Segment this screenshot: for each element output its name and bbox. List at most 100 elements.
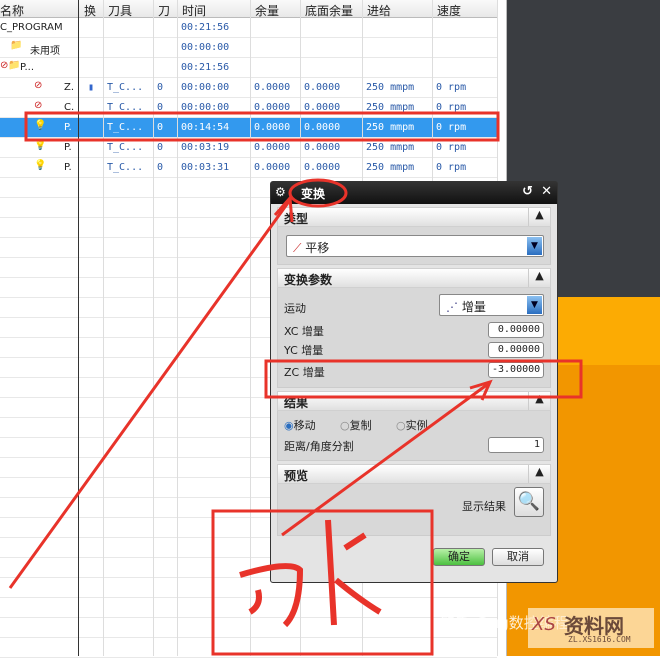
radio-icon: ○ bbox=[340, 419, 350, 432]
section-title: 变换参数 bbox=[284, 273, 333, 287]
cell-stock: 0.0000 bbox=[254, 102, 291, 113]
folder-blocked-icon: ⊘📁 bbox=[0, 60, 21, 71]
op-name: C. bbox=[64, 102, 75, 113]
table-row[interactable]: ⊘ ▮ Z. T_C... 0 00:00:00 0.0000 0.0000 250 mmpm 0… bbox=[0, 78, 497, 98]
divide-label: 距离/角度分割 bbox=[284, 440, 354, 453]
radio-copy[interactable]: ○复制 bbox=[340, 417, 372, 433]
cell-cut: 0 bbox=[157, 82, 164, 93]
operation-blocked-icon: ⊘ bbox=[34, 80, 43, 91]
xc-input[interactable]: 0.00000 bbox=[488, 322, 544, 338]
table-row[interactable]: ⊘ C. T_C... 0 00:00:00 0.0000 0.0000 250 mmpm 0 … bbox=[0, 98, 497, 118]
table-row[interactable]: 💡 P. T_C... 0 00:03:19 0.0000 0.0000 250 mmpm 0 … bbox=[0, 138, 497, 158]
motion-label: 运动 bbox=[284, 302, 306, 315]
cell-floor: 0.0000 bbox=[304, 102, 341, 113]
empty-row bbox=[0, 598, 497, 618]
site-logo: 资料网 ZL.XS1616.COM XS bbox=[528, 608, 654, 648]
col-stock[interactable]: 余量 bbox=[255, 2, 279, 19]
cell-time: 00:03:31 bbox=[181, 162, 230, 173]
translate-icon: ⟋ bbox=[293, 241, 302, 255]
cell-time: 00:21:56 bbox=[181, 22, 230, 33]
cancel-button[interactable]: 取消 bbox=[492, 548, 544, 566]
gear-icon[interactable]: ⚙ bbox=[275, 185, 286, 199]
zc-input[interactable]: -3.00000 bbox=[488, 362, 544, 378]
motion-dropdown[interactable]: ⋰ 增量 ▼ bbox=[439, 294, 544, 316]
cell-tool: T_C... bbox=[107, 122, 144, 133]
cell-floor: 0.0000 bbox=[304, 122, 341, 133]
col-time[interactable]: 时间 bbox=[182, 2, 206, 19]
section-title: 结果 bbox=[284, 396, 309, 410]
radio-move[interactable]: ◉移动 bbox=[284, 417, 316, 433]
operation-warning-icon: 💡 bbox=[34, 140, 47, 151]
col-name[interactable]: 名称 bbox=[0, 2, 24, 19]
cell-time: 00:00:00 bbox=[181, 82, 230, 93]
zc-label: ZC 增量 bbox=[284, 366, 325, 379]
cell-floor: 0.0000 bbox=[304, 142, 341, 153]
op-name: P. bbox=[64, 142, 72, 153]
ok-button[interactable]: 确定 bbox=[433, 548, 485, 566]
cell-cut: 0 bbox=[157, 142, 164, 153]
empty-row bbox=[0, 638, 497, 658]
section-type[interactable]: 类型 ▲ bbox=[277, 207, 551, 227]
increment-icon: ⋰ bbox=[446, 300, 458, 314]
operation-warning-icon: 💡 bbox=[34, 160, 47, 171]
cell-tool: T_C... bbox=[107, 142, 144, 153]
collapse-icon[interactable]: ▲ bbox=[528, 208, 550, 226]
col-speed[interactable]: 速度 bbox=[437, 2, 461, 19]
table-row[interactable]: 💡 P. T_C... 0 00:14:54 0.0000 0.0000 250 mmpm 0 … bbox=[0, 118, 497, 138]
cell-feed: 250 mmpm bbox=[366, 122, 415, 133]
cell-feed: 250 mmpm bbox=[366, 142, 415, 153]
col-floor-stock[interactable]: 底面余量 bbox=[305, 2, 353, 19]
chevron-down-icon[interactable]: ▼ bbox=[527, 296, 542, 314]
cell-time: 00:00:00 bbox=[181, 102, 230, 113]
cell-floor: 0.0000 bbox=[304, 82, 341, 93]
table-header: 名称 换 刀具 刀 时间 余量 底面余量 进给 速度 bbox=[0, 0, 497, 18]
cell-speed: 0 rpm bbox=[436, 122, 467, 133]
xc-label: XC 增量 bbox=[284, 325, 324, 338]
show-result-label: 显示结果 bbox=[462, 500, 506, 513]
col-tool[interactable]: 刀具 bbox=[108, 2, 132, 19]
type-value: 平移 bbox=[305, 241, 330, 255]
yc-label: YC 增量 bbox=[284, 344, 324, 357]
reset-icon[interactable]: ↺ bbox=[522, 184, 533, 199]
divide-input[interactable]: 1 bbox=[488, 437, 544, 453]
section-title: 预览 bbox=[284, 469, 309, 483]
dialog-titlebar: ⚙ 变换 ↺ ✕ bbox=[271, 182, 557, 204]
col-cut[interactable]: 刀 bbox=[158, 2, 170, 19]
collapse-icon[interactable]: ▲ bbox=[528, 269, 550, 287]
table-row[interactable]: 💡 P. T_C... 0 00:03:31 0.0000 0.0000 250 mmpm 0 … bbox=[0, 158, 497, 178]
tool-change-icon: ▮ bbox=[88, 82, 95, 93]
magnifier-icon: 🔍 bbox=[517, 491, 541, 512]
cell-speed: 0 rpm bbox=[436, 82, 467, 93]
cell-time: 00:14:54 bbox=[181, 122, 230, 133]
table-row[interactable]: 📁 未用项 00:00:00 bbox=[0, 38, 497, 58]
radio-checked-icon: ◉ bbox=[284, 419, 294, 432]
type-dropdown[interactable]: ⟋ 平移 ▼ bbox=[286, 235, 544, 257]
radio-instance[interactable]: ○实例 bbox=[396, 417, 428, 433]
cell-cut: 0 bbox=[157, 102, 164, 113]
collapse-icon[interactable]: ▲ bbox=[528, 465, 550, 483]
cell-stock: 0.0000 bbox=[254, 122, 291, 133]
section-title: 类型 bbox=[284, 212, 309, 226]
chevron-down-icon[interactable]: ▼ bbox=[527, 237, 542, 255]
show-result-button[interactable]: 🔍 bbox=[514, 487, 544, 517]
op-name: C_PROGRAM bbox=[0, 22, 63, 33]
cell-stock: 0.0000 bbox=[254, 142, 291, 153]
cell-feed: 250 mmpm bbox=[366, 162, 415, 173]
collapse-icon[interactable]: ▲ bbox=[528, 392, 550, 410]
col-feed[interactable]: 进给 bbox=[367, 2, 391, 19]
operation-warning-icon: 💡 bbox=[34, 120, 47, 131]
section-result[interactable]: 结果 ▲ bbox=[277, 391, 551, 411]
op-name: P... bbox=[20, 62, 35, 73]
section-preview[interactable]: 预览 ▲ bbox=[277, 464, 551, 484]
cell-tool: T_C... bbox=[107, 162, 144, 173]
motion-value: 增量 bbox=[461, 300, 486, 314]
cell-time: 00:03:19 bbox=[181, 142, 230, 153]
section-params[interactable]: 变换参数 ▲ bbox=[277, 268, 551, 288]
cell-speed: 0 rpm bbox=[436, 102, 467, 113]
col-change[interactable]: 换 bbox=[84, 2, 96, 19]
cell-feed: 250 mmpm bbox=[366, 102, 415, 113]
table-row[interactable]: C_PROGRAM 00:21:56 bbox=[0, 18, 497, 38]
close-icon[interactable]: ✕ bbox=[541, 184, 552, 199]
yc-input[interactable]: 0.00000 bbox=[488, 342, 544, 358]
table-row[interactable]: ⊘📁 P... 00:21:56 bbox=[0, 58, 497, 78]
